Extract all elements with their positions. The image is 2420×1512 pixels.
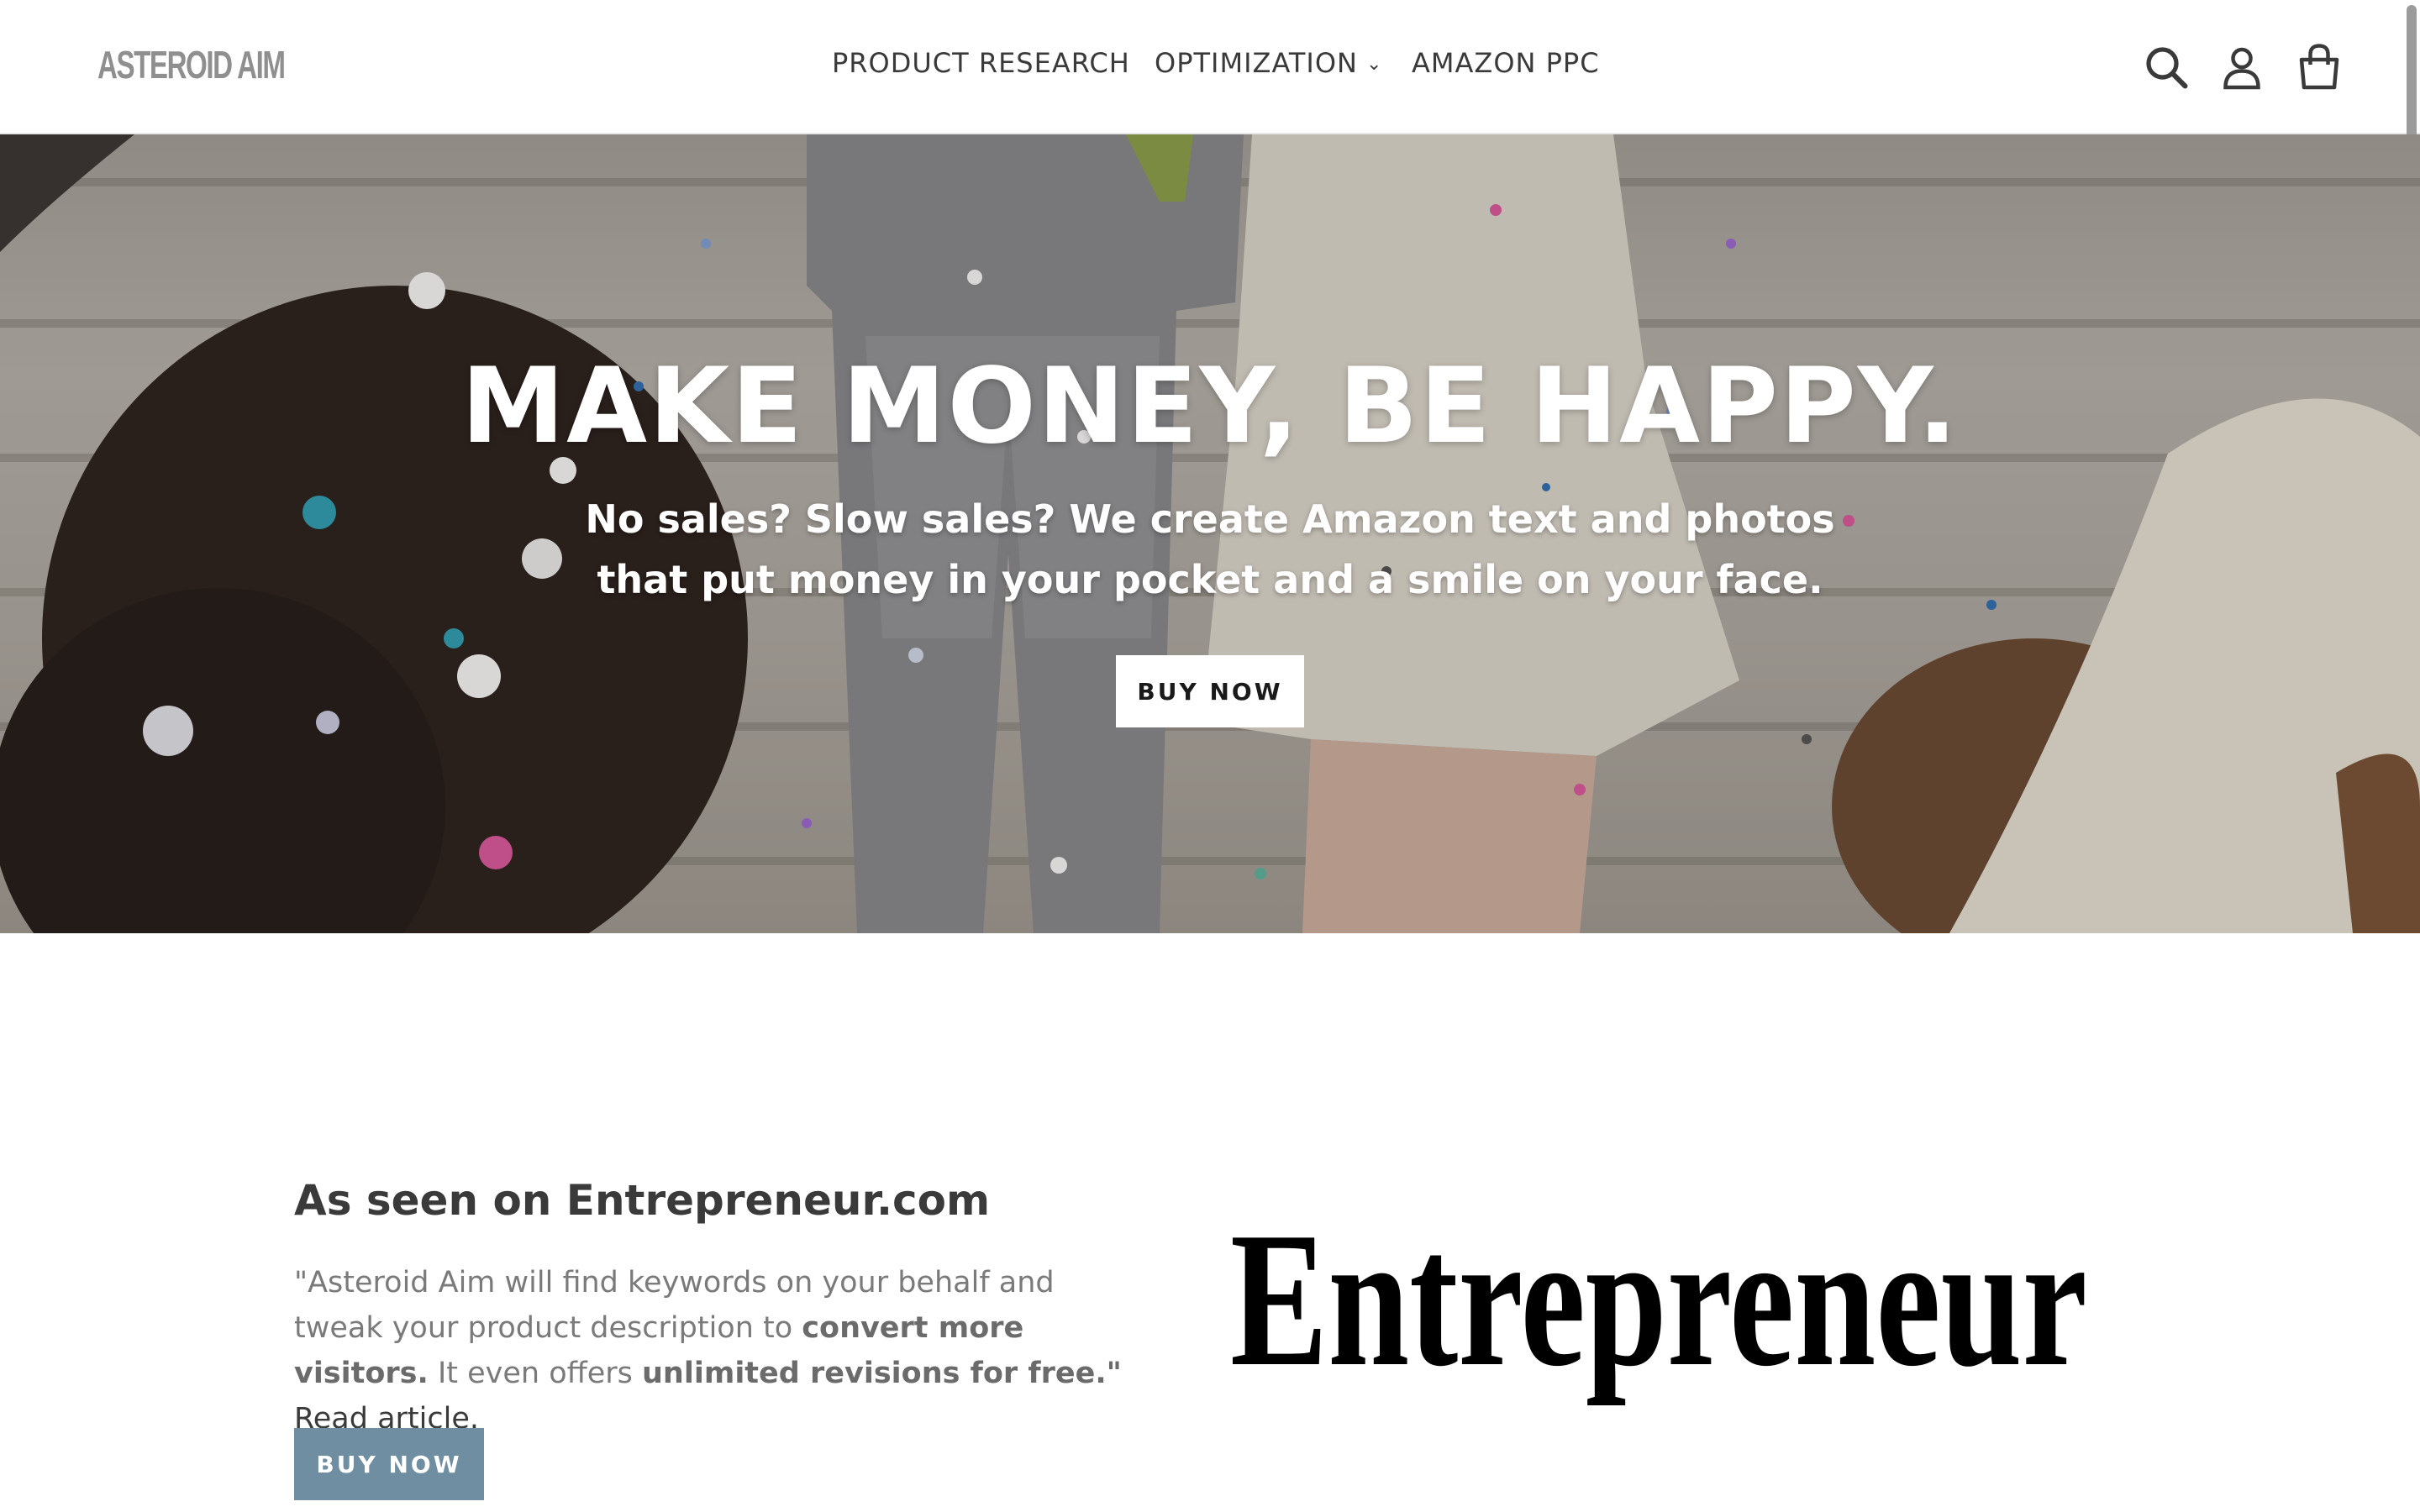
nav-optimization[interactable]: OPTIMIZATION ⌄ bbox=[1155, 47, 1382, 79]
nav-amazon-ppc[interactable]: AMAZON PPC bbox=[1412, 47, 1600, 79]
hero-subtitle: No sales? Slow sales? We create Amazon t… bbox=[585, 496, 1835, 602]
site-header: ASTEROID AIM PRODUCT RESEARCH OPTIMIZATI… bbox=[0, 0, 2420, 139]
entrepreneur-logo-text: Entrepreneur bbox=[1230, 1221, 2087, 1406]
quote-bold-2: unlimited revisions for free." bbox=[642, 1357, 1122, 1390]
site-logo[interactable]: ASTEROID AIM bbox=[97, 42, 286, 87]
search-icon[interactable] bbox=[2141, 42, 2191, 92]
featured-heading: As seen on Entrepreneur.com bbox=[294, 1176, 991, 1225]
account-icon[interactable] bbox=[2217, 42, 2267, 92]
nav-product-research-label: PRODUCT RESEARCH bbox=[832, 47, 1130, 79]
featured-buy-now-button[interactable]: BUY NOW bbox=[294, 1428, 484, 1500]
nav-product-research[interactable]: PRODUCT RESEARCH bbox=[832, 47, 1130, 79]
main-nav: PRODUCT RESEARCH OPTIMIZATION ⌄ AMAZON PP… bbox=[0, 0, 2420, 134]
hero-buy-now-button[interactable]: BUY NOW bbox=[1116, 655, 1304, 727]
scrollbar[interactable] bbox=[2407, 5, 2417, 139]
nav-optimization-label: OPTIMIZATION bbox=[1155, 47, 1358, 79]
hero-banner: MAKE MONEY, BE HAPPY. No sales? Slow sal… bbox=[0, 134, 2420, 933]
chevron-down-icon: ⌄ bbox=[1365, 54, 1383, 75]
entrepreneur-logo: Entrepreneur bbox=[1230, 1221, 2087, 1406]
hero-title: MAKE MONEY, BE HAPPY. bbox=[460, 346, 1960, 467]
cart-icon[interactable] bbox=[2294, 42, 2344, 92]
featured-quote: "Asteroid Aim will find keywords on your… bbox=[294, 1260, 1151, 1441]
quote-text-2: It even offers bbox=[428, 1357, 643, 1390]
nav-amazon-ppc-label: AMAZON PPC bbox=[1412, 47, 1600, 79]
